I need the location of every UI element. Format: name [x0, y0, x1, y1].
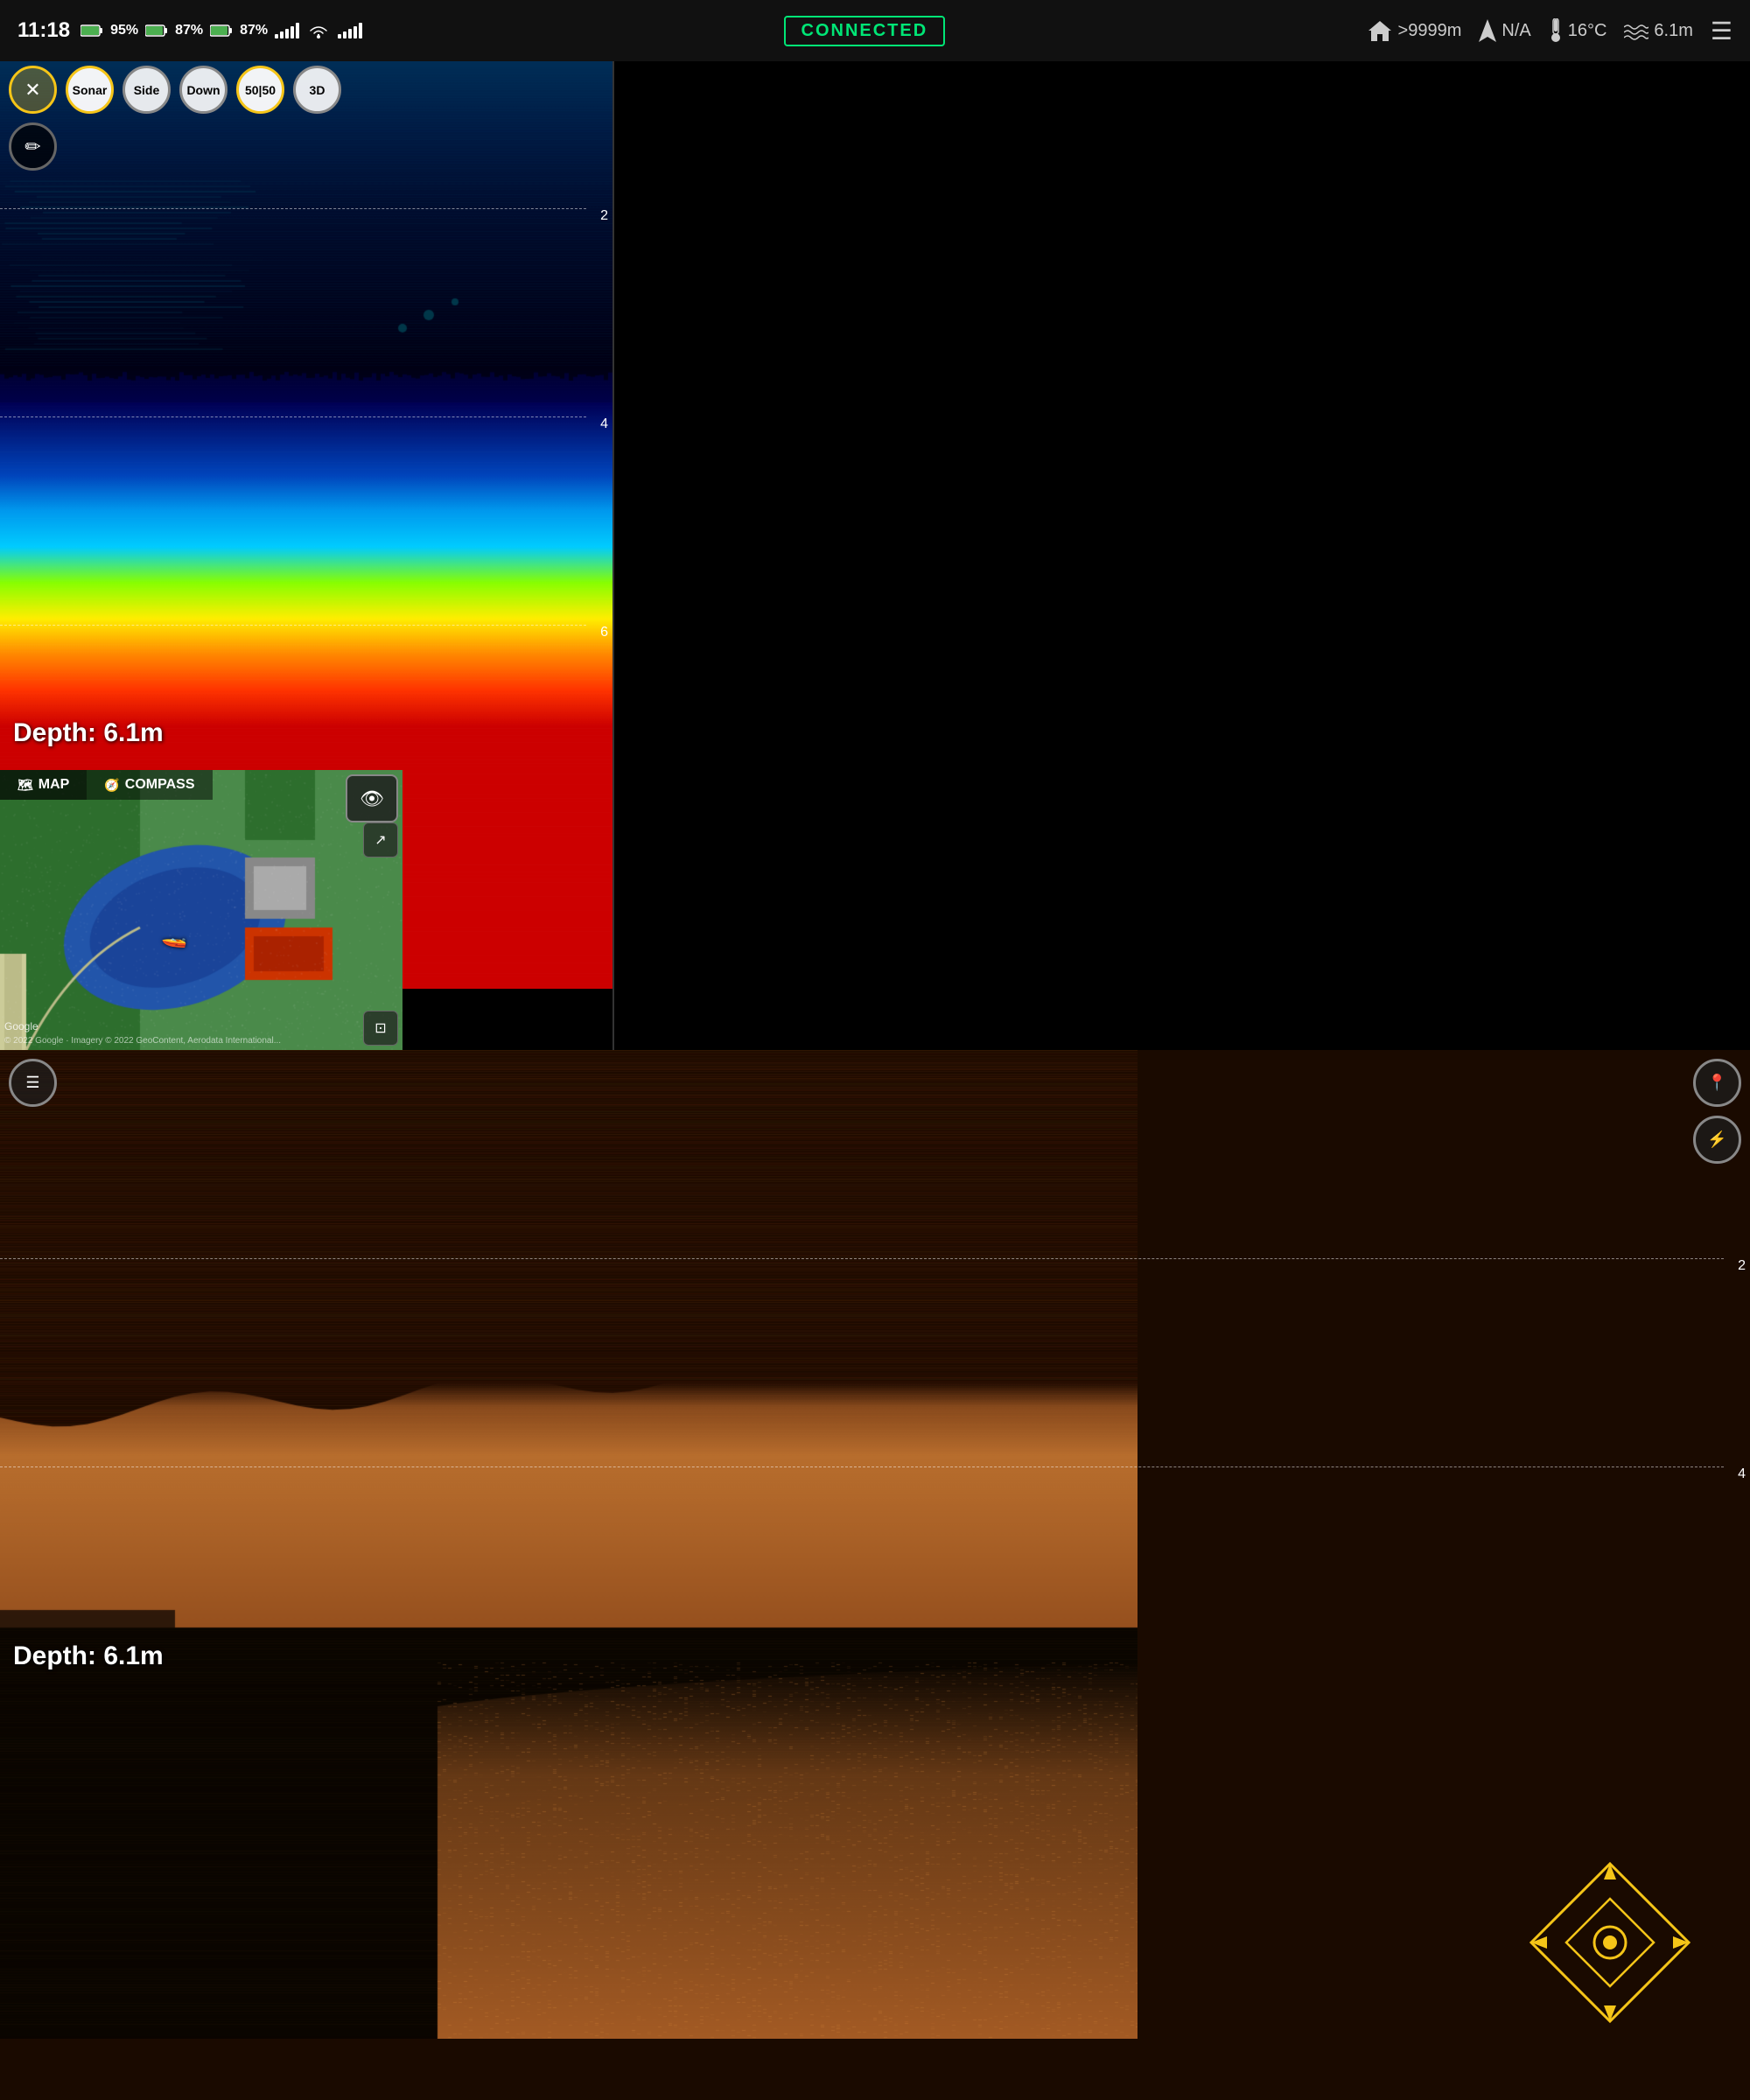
depth-number-2-left: 2: [600, 208, 608, 224]
compass-tab-label: COMPASS: [125, 777, 195, 793]
down-label: Down: [186, 83, 220, 97]
down-mode-button[interactable]: Down: [179, 66, 228, 114]
menu-button[interactable]: ☰: [1711, 17, 1732, 46]
compress-button[interactable]: ⊡: [363, 1011, 398, 1046]
side-label: Side: [134, 83, 160, 97]
depth-number-4-left: 4: [600, 416, 608, 432]
depth-number-2-right: 2: [1738, 1258, 1746, 1274]
map-tab[interactable]: 🗺 MAP: [0, 770, 87, 800]
depth-text-left: Depth: 6.1m: [13, 718, 164, 747]
battery1-icon: [80, 24, 103, 37]
heading-value: N/A: [1502, 21, 1530, 41]
connected-badge: CONNECTED: [784, 16, 946, 46]
threed-label: 3D: [310, 83, 326, 97]
google-watermark: Google: [4, 1020, 38, 1032]
expand-icon: ↗: [374, 831, 386, 849]
bolt-icon: ⚡: [1707, 1130, 1726, 1149]
depth-line-6-left: [0, 625, 586, 626]
status-right: >9999m N/A 16°C 6.1m ☰: [1367, 17, 1732, 46]
distance-value: >9999m: [1398, 21, 1462, 41]
signal-bars2: [338, 23, 362, 38]
google-label: Google: [4, 1020, 38, 1032]
right-controls-topright: 📍 ⚡: [1693, 1059, 1741, 1164]
temperature-display: 16°C: [1549, 18, 1607, 43]
binoculars-button[interactable]: 👁: [346, 774, 398, 822]
map-canvas: [0, 770, 402, 1050]
pin-icon: 📍: [1707, 1074, 1726, 1092]
pin-right-button[interactable]: 📍: [1693, 1059, 1741, 1107]
menu-right-icon: ☰: [25, 1074, 39, 1092]
wifi-icon: [306, 22, 331, 39]
split-mode-button[interactable]: 50|50: [236, 66, 284, 114]
battery2-icon: [145, 24, 168, 37]
depth-number-6-left: 6: [600, 625, 608, 640]
left-sonar-panel: ☰ ✕ Sonar Side Down 50|50 3D ✏: [0, 0, 612, 1050]
battery3-pct: 87%: [240, 23, 268, 38]
status-bar: 11:18 95% 87% 87%: [0, 0, 1750, 61]
navigation-icon: [1479, 19, 1496, 42]
pencil-button[interactable]: ✏: [9, 122, 57, 171]
battery-icons: 95% 87% 87%: [80, 22, 362, 39]
depth-number-4-right: 4: [1738, 1466, 1746, 1482]
status-left: 11:18 95% 87% 87%: [18, 18, 362, 43]
depth-label-left: Depth: 6.1m: [13, 718, 164, 748]
home-icon: [1367, 18, 1393, 43]
binoculars-icon: 👁: [360, 788, 384, 810]
altitude-display: 6.1m: [1624, 20, 1692, 41]
connected-label: CONNECTED: [802, 21, 928, 40]
compass-icon: 🧭: [104, 778, 119, 793]
depth-line-4-left: [0, 416, 586, 417]
battery2-pct: 87%: [175, 23, 203, 38]
nav-diamond: [1522, 1855, 1698, 2030]
temperature-value: 16°C: [1568, 21, 1607, 41]
signal-bars: [275, 23, 299, 38]
time-display: 11:18: [18, 18, 70, 43]
map-icon: 🗺: [18, 778, 33, 793]
google-copyright: © 2022 Google · Imagery © 2022 GeoConten…: [4, 1036, 281, 1046]
pencil-icon: ✏: [24, 136, 40, 158]
compress-icon: ⊡: [374, 1019, 386, 1037]
depth-line-2-left: [0, 208, 586, 209]
depth-line-2-right: [0, 1258, 1724, 1259]
tools-row: ✏: [9, 122, 341, 171]
expand-button[interactable]: ↗: [363, 822, 398, 858]
menu-right-button[interactable]: ☰: [9, 1059, 57, 1107]
map-tab-label: MAP: [38, 777, 70, 793]
depth-label-right: Depth: 6.1m: [13, 1642, 164, 1671]
diamond-nav-svg: [1522, 1855, 1698, 2030]
depth-line-4-right: [0, 1466, 1724, 1467]
copyright-text: © 2022 Google · Imagery © 2022 GeoConten…: [4, 1036, 281, 1046]
sonar-mode-button[interactable]: Sonar: [66, 66, 114, 114]
thermometer-icon: [1549, 18, 1563, 43]
right-sonar-panel: ☰ 📍 ⚡ Depth: 6.1m 2 4: [0, 1050, 1750, 2100]
bolt-right-button[interactable]: ⚡: [1693, 1116, 1741, 1164]
battery1-pct: 95%: [110, 23, 138, 38]
map-overlay: 🗺 MAP 🧭 COMPASS 👁 ↗ ⊡ 🚤 Google © 2022 Go…: [0, 770, 402, 1050]
close-button[interactable]: ✕: [9, 66, 57, 114]
side-mode-button[interactable]: Side: [122, 66, 171, 114]
threed-mode-button[interactable]: 3D: [293, 66, 341, 114]
home-distance: >9999m: [1367, 18, 1462, 43]
depth-text-right: Depth: 6.1m: [13, 1642, 164, 1670]
battery3-icon: [210, 24, 233, 37]
right-controls-top: ☰: [9, 1059, 57, 1107]
panel-divider: [612, 61, 614, 1050]
heading-display: N/A: [1479, 19, 1530, 42]
sonar-right-canvas: [0, 1050, 1138, 2039]
waves-icon: [1624, 20, 1648, 41]
altitude-value: 6.1m: [1654, 21, 1692, 41]
map-tabs: 🗺 MAP 🧭 COMPASS: [0, 770, 213, 800]
mode-controls-row: ✕ Sonar Side Down 50|50 3D: [9, 66, 341, 114]
split-label: 50|50: [245, 83, 276, 97]
compass-tab[interactable]: 🧭 COMPASS: [87, 770, 212, 800]
sonar-label: Sonar: [73, 83, 108, 97]
boat-position: 🚤: [161, 924, 187, 949]
